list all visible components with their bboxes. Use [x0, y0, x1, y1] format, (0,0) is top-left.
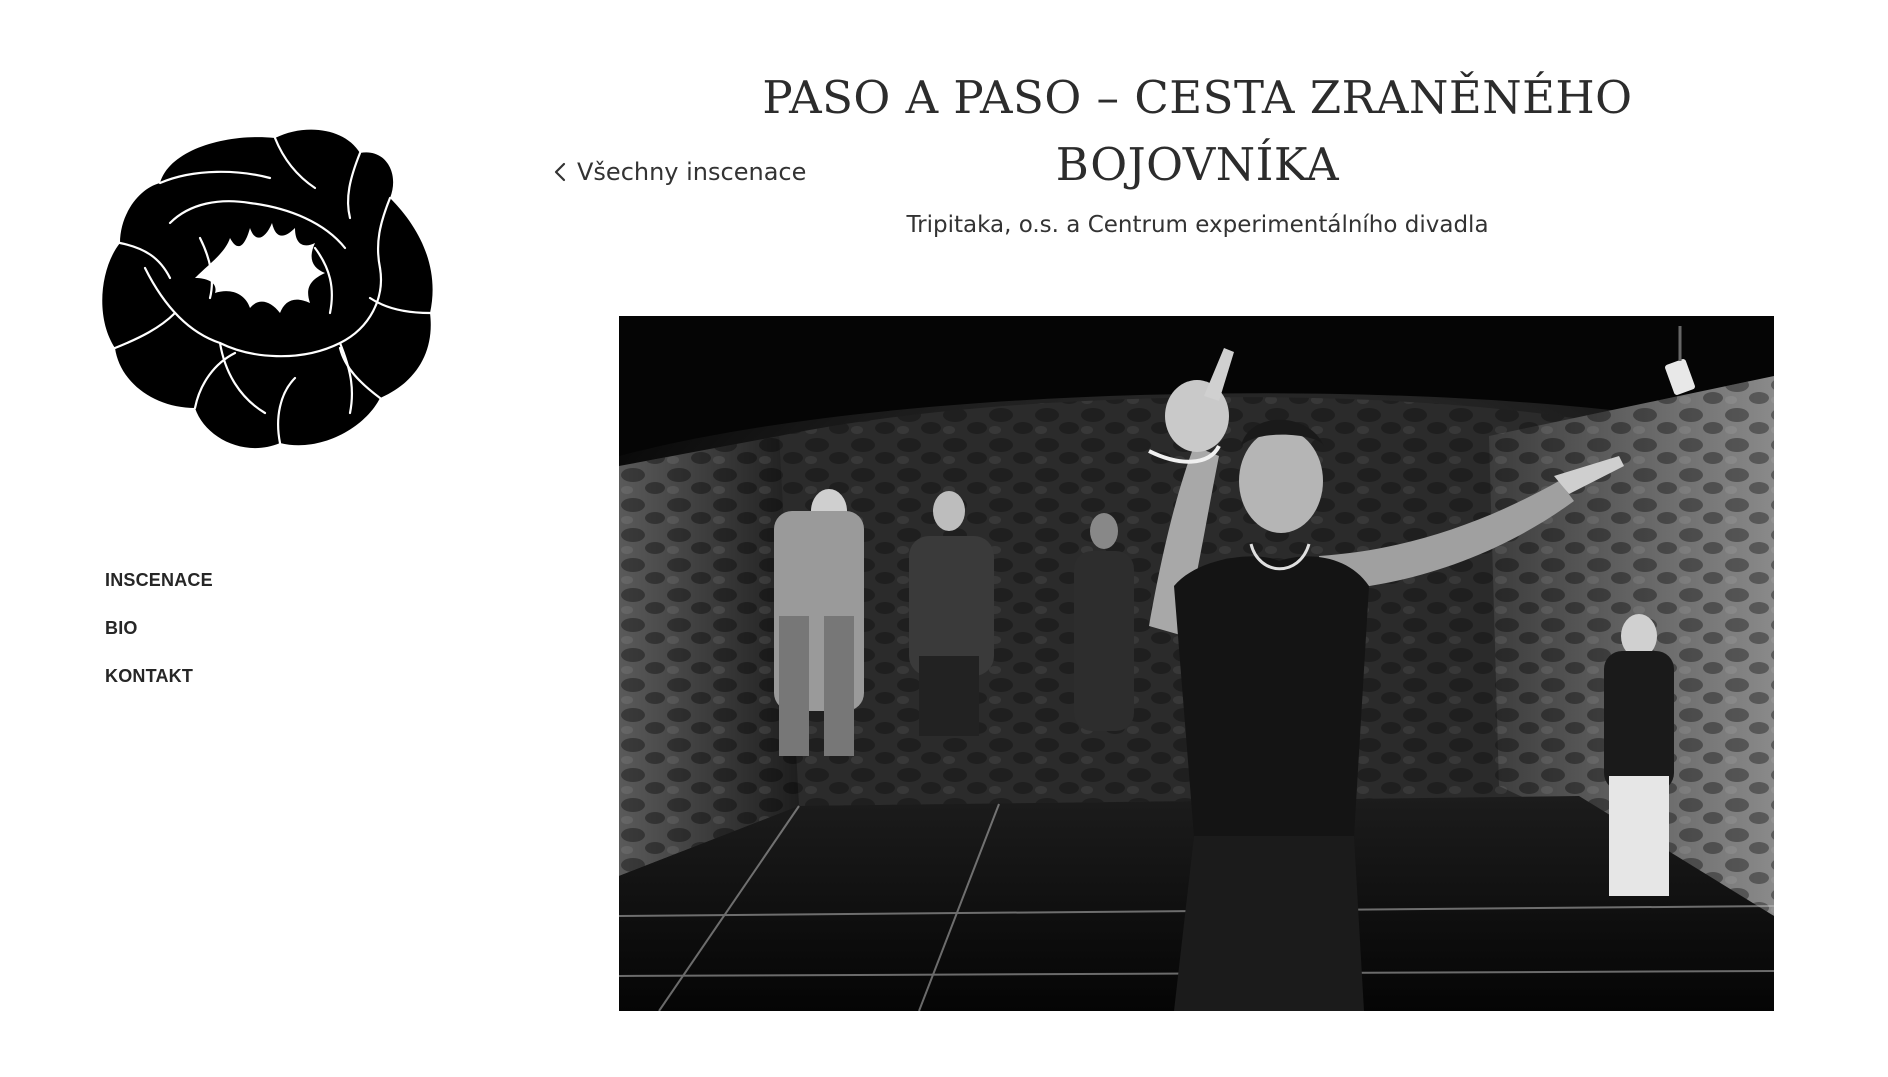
production-photo[interactable] — [619, 316, 1774, 1011]
chevron-left-icon — [554, 162, 566, 182]
peony-flower-logo-icon — [102, 129, 433, 449]
nav-item-bio[interactable]: BIO — [105, 618, 138, 639]
site-logo[interactable] — [100, 128, 445, 453]
nav-item-inscenace[interactable]: INSCENACE — [105, 570, 213, 591]
performance-photo-image — [619, 316, 1774, 1011]
production-title: PASO A PASO – CESTA ZRANĚNÉHO BOJOVNÍKA — [762, 71, 1633, 191]
nav-item-kontakt[interactable]: KONTAKT — [105, 666, 193, 687]
production-subtitle: Tripitaka, o.s. a Centrum experimentální… — [906, 212, 1489, 238]
main-nav: INSCENACE BIO KONTAKT — [105, 570, 213, 714]
